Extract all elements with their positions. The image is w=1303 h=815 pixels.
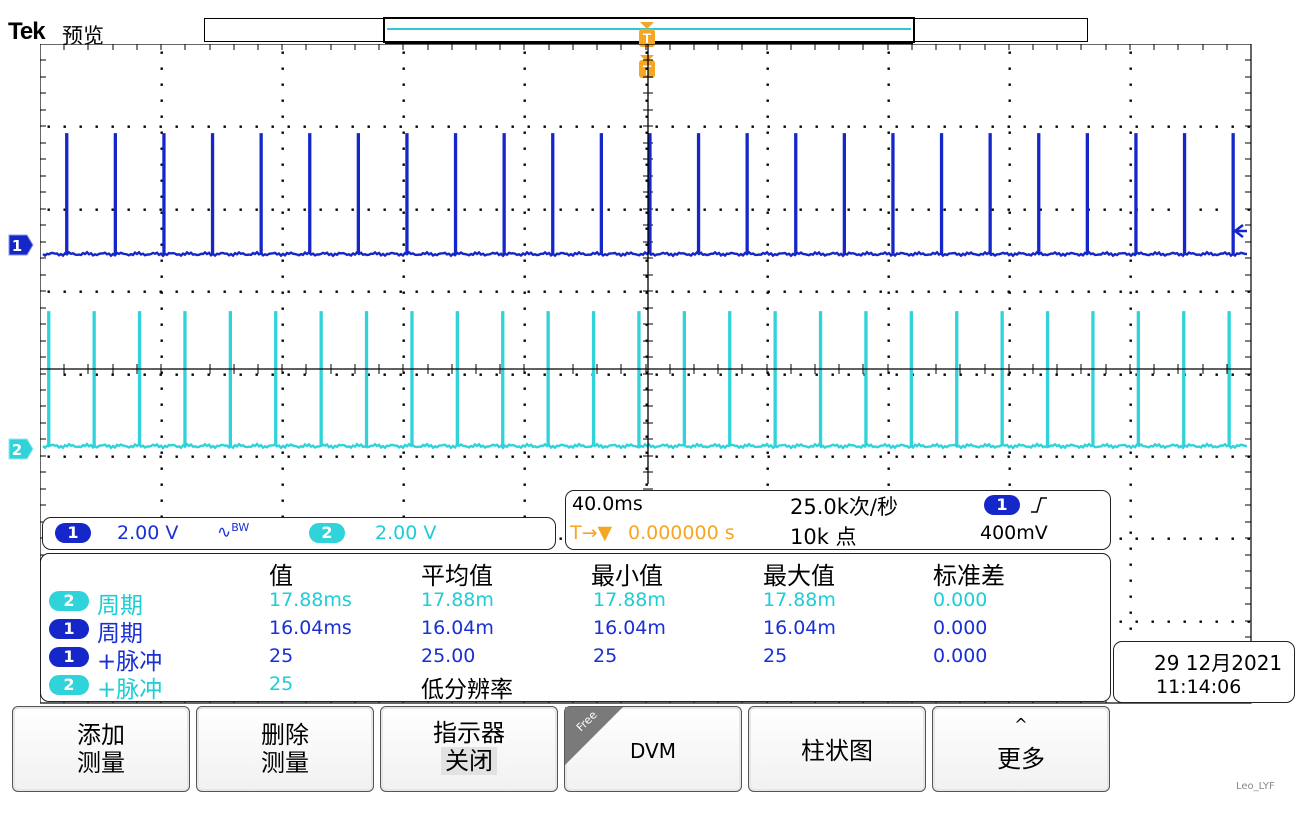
measurement-header-stddev: 标准差 [933,562,1005,590]
chevron-up-icon: ^ [1014,715,1028,734]
record-length: 10k 点 [790,525,857,549]
histogram-button[interactable]: 柱状图 [748,706,926,792]
measurement-row[interactable]: 1 周期 16.04ms 16.04m 16.04m 16.04m 0.000 [41,616,1110,647]
horizontal-scale: 40.0ms [572,493,643,515]
more-button[interactable]: ^ 更多 [932,706,1110,792]
ch1-waveform [42,133,1248,258]
ch2-waveform [42,311,1248,450]
svg-text:2: 2 [12,441,22,459]
measurement-header-mean: 平均值 [421,562,493,590]
rising-edge-icon [1031,497,1047,513]
add-measurement-button[interactable]: 添加 测量 [12,706,190,792]
measurement-header-max: 最大值 [763,562,835,590]
remove-measurement-button[interactable]: 删除 测量 [196,706,374,792]
time-display: 11:14:06 [1156,676,1242,698]
indicators-button[interactable]: 指示器 关闭 [380,706,558,792]
measurement-panel[interactable]: 值 平均值 最小值 最大值 标准差 2 周期 17.88ms 17.88m 17… [40,553,1111,703]
trigger-source-badge: 1 [984,495,1020,515]
trigger-position: 0.000000 s [628,522,735,544]
svg-text:1: 1 [12,237,22,255]
indicators-state: 关闭 [441,747,497,775]
ch1-badge: 1 [55,523,91,543]
waveform-pulses [47,311,1231,446]
waveform-pulses [65,133,1235,254]
trigger-arrow-icon [640,22,654,29]
ch1-scale: 2.00 V [117,522,179,544]
ch2-scale: 2.00 V [375,522,437,544]
low-resolution-note: 低分辨率 [421,677,513,703]
measurement-header-min: 最小值 [591,562,663,590]
measurement-header-value: 值 [269,562,293,590]
trigger-level: 400mV [980,522,1048,544]
bandwidth-limit-icon: ∿BW [217,521,250,543]
timebase-trigger-panel[interactable]: 40.0ms 25.0k次/秒 1 T→▼ 0.000000 s 10k 点 4… [565,490,1111,550]
channel-scale-panel[interactable]: 1 2.00 V ∿BW 2 2.00 V [42,517,556,550]
ch2-marker[interactable]: 2 [8,438,34,460]
trigger-level-arrow-icon [1232,224,1247,238]
tek-logo: Tek [8,18,46,45]
trigger-position-prefix: T→▼ [570,522,613,544]
watermark: Leo_LYF [1236,781,1275,792]
date-display: 29 12月2021 [1154,651,1283,675]
measurement-row[interactable]: 1 +脉冲 25 25.00 25 25 0.000 [41,644,1110,675]
measurement-row[interactable]: 2 +脉冲 25 低分辨率 [41,672,1110,703]
waveform-baseline [42,250,1248,258]
sample-rate: 25.0k次/秒 [790,495,898,519]
dvm-button[interactable]: Free DVM [564,706,742,792]
measurement-row[interactable]: 2 周期 17.88ms 17.88m 17.88m 17.88m 0.000 [41,588,1110,619]
datetime-panel[interactable]: 29 12月2021 11:14:06 [1113,641,1295,703]
ch2-badge: 2 [309,523,345,543]
ch1-marker[interactable]: 1 [8,234,34,256]
waveform-baseline [42,442,1248,450]
